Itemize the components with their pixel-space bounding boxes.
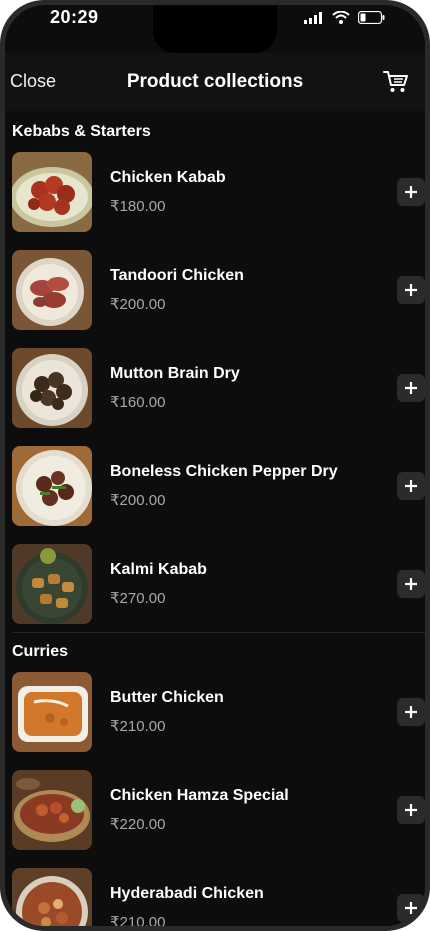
item-image [12, 770, 92, 850]
item-name: Boneless Chicken Pepper Dry [110, 463, 338, 480]
battery-icon [358, 11, 385, 24]
add-button[interactable] [397, 698, 425, 726]
header: Close Product collections [5, 53, 425, 111]
item-price: ₹200.00 [110, 492, 166, 509]
list-item[interactable]: Boneless Chicken Pepper Dry ₹200.00 [5, 446, 425, 528]
item-price: ₹270.00 [110, 590, 166, 607]
plus-icon [405, 902, 417, 914]
item-image [12, 152, 92, 232]
item-name: Chicken Kabab [110, 169, 226, 186]
list-item[interactable]: Hyderabadi Chicken ₹210.00 [5, 868, 425, 926]
item-name: Butter Chicken [110, 689, 224, 706]
item-price: ₹210.00 [110, 718, 166, 735]
plus-icon [405, 186, 417, 198]
list-item[interactable]: Mutton Brain Dry ₹160.00 [5, 348, 425, 430]
list-item[interactable]: Chicken Kabab ₹180.00 [5, 152, 425, 234]
add-button[interactable] [397, 178, 425, 206]
item-name: Mutton Brain Dry [110, 365, 240, 382]
add-button[interactable] [397, 374, 425, 402]
add-button[interactable] [397, 276, 425, 304]
section-title: Kebabs & Starters [12, 123, 151, 140]
item-price: ₹220.00 [110, 816, 166, 833]
plus-icon [405, 480, 417, 492]
plus-icon [405, 706, 417, 718]
add-button[interactable] [397, 894, 425, 922]
section-divider [12, 632, 425, 633]
plus-icon [405, 804, 417, 816]
item-image [12, 446, 92, 526]
item-image [12, 672, 92, 752]
wifi-icon [332, 11, 350, 24]
list-item[interactable]: Kalmi Kabab ₹270.00 [5, 544, 425, 626]
list-item[interactable]: Butter Chicken ₹210.00 [5, 672, 425, 754]
plus-icon [405, 578, 417, 590]
add-button[interactable] [397, 570, 425, 598]
status-time: 20:29 [50, 7, 99, 27]
item-image [12, 348, 92, 428]
item-name: Chicken Hamza Special [110, 787, 289, 804]
item-price: ₹200.00 [110, 296, 166, 313]
item-price: ₹210.00 [110, 914, 166, 926]
item-image [12, 544, 92, 624]
item-image [12, 250, 92, 330]
list-item[interactable]: Tandoori Chicken ₹200.00 [5, 250, 425, 332]
notch [153, 5, 277, 53]
cart-icon [383, 71, 408, 92]
status-icons [304, 11, 385, 24]
item-price: ₹160.00 [110, 394, 166, 411]
product-list[interactable]: Kebabs & Starters Chicken Kabab ₹180.00 … [5, 111, 425, 926]
screen: 20:29 Close Product collections Kebabs &… [5, 5, 425, 926]
add-button[interactable] [397, 472, 425, 500]
item-image [12, 868, 92, 926]
section-title: Curries [12, 643, 69, 660]
add-button[interactable] [397, 796, 425, 824]
page-title: Product collections [126, 71, 304, 92]
plus-icon [405, 382, 417, 394]
item-price: ₹180.00 [110, 198, 166, 215]
item-name: Kalmi Kabab [110, 561, 207, 578]
cart-button[interactable] [383, 70, 409, 94]
phone-frame: 20:29 Close Product collections Kebabs &… [0, 0, 430, 931]
signal-icon [304, 11, 322, 24]
list-item[interactable]: Chicken Hamza Special ₹220.00 [5, 770, 425, 852]
plus-icon [405, 284, 417, 296]
item-name: Tandoori Chicken [110, 267, 244, 284]
item-name: Hyderabadi Chicken [110, 885, 264, 902]
